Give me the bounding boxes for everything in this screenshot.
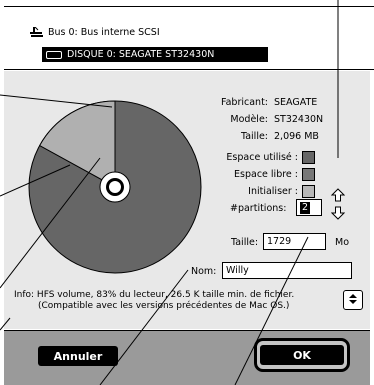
partition-down-arrow-icon[interactable]	[330, 206, 346, 220]
name-label: Nom:	[191, 266, 217, 277]
scsi-bus-icon	[30, 26, 44, 38]
disk-label: DISQUE 0: SEAGATE ST32430N	[67, 49, 215, 60]
bus-label: Bus 0: Bus interne SCSI	[48, 27, 160, 38]
info-line-2: (Compatible avec les versions précédente…	[38, 301, 290, 311]
size-value: 1729	[267, 236, 292, 247]
taille-value: 2,096 MB	[274, 131, 319, 142]
selected-disk-bar[interactable]: DISQUE 0: SEAGATE ST32430N	[42, 47, 268, 62]
size-unit: Mo	[335, 237, 350, 248]
initialize-swatch	[302, 185, 315, 198]
partitions-count-value: 2	[300, 202, 311, 214]
fabricant-value: SEAGATE	[274, 97, 318, 108]
ok-button[interactable]: OK	[260, 345, 344, 365]
info-line-1: Info: HFS volume, 83% du lecteur, 26.5 K…	[14, 290, 295, 300]
bus-row: Bus 0: Bus interne SCSI	[30, 26, 160, 38]
used-space-swatch	[302, 151, 315, 164]
info-text: Info: HFS volume, 83% du lecteur, 26.5 K…	[14, 290, 344, 312]
modele-label: Modèle:	[230, 114, 268, 125]
partition-up-arrow-icon[interactable]	[330, 188, 346, 202]
partitions-label: #partitions:	[230, 203, 287, 214]
partition-pie-chart[interactable]	[15, 95, 215, 285]
name-value: Willy	[226, 265, 249, 276]
hard-disk-icon	[46, 50, 62, 59]
size-label: Taille:	[231, 237, 259, 248]
modele-value: ST32430N	[274, 114, 324, 125]
size-input[interactable]: 1729	[263, 233, 326, 250]
used-space-label: Espace utilisé :	[226, 152, 298, 163]
free-space-swatch	[302, 168, 315, 181]
panel-top-border	[4, 69, 374, 70]
title-separator	[4, 6, 374, 7]
free-space-label: Espace libre :	[234, 169, 298, 180]
pie-hub-hole	[109, 181, 121, 193]
updown-chevron-icon	[348, 293, 358, 308]
name-input[interactable]: Willy	[222, 262, 352, 279]
taille-label: Taille:	[240, 131, 268, 142]
initialize-label: Initialiser :	[248, 186, 298, 197]
format-dropdown[interactable]	[343, 290, 363, 310]
partitions-count-field[interactable]: 2	[296, 199, 322, 216]
cancel-button[interactable]: Annuler	[38, 346, 118, 366]
fabricant-label: Fabricant:	[221, 97, 268, 108]
